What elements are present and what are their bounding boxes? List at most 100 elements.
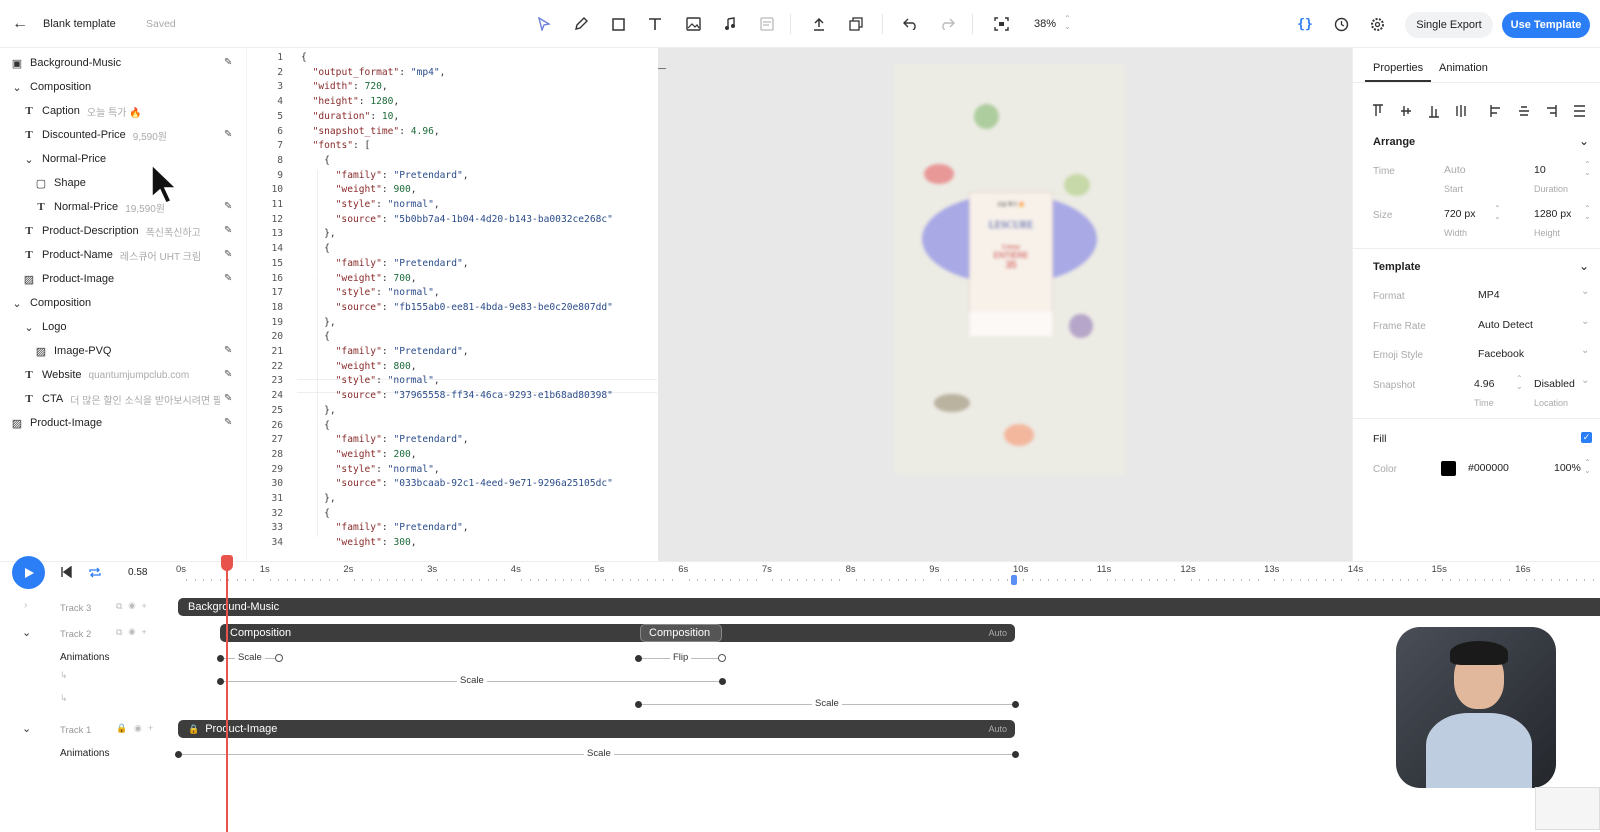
keyframe-start[interactable]	[175, 751, 182, 758]
keyframe-end[interactable]	[275, 654, 283, 662]
template-collapse-icon[interactable]: ⌄	[1579, 259, 1589, 273]
code-line[interactable]: "height": 1280,	[301, 96, 400, 107]
layer-item[interactable]: T Product-Name 레스큐어 UHT 크림	[22, 243, 201, 267]
edit-pencil-icon[interactable]: ✎	[224, 369, 232, 380]
size-width-field[interactable]: 720 px	[1444, 208, 1476, 220]
layer-item[interactable]: T Product-Description 폭신폭신하고 담...	[22, 219, 199, 243]
zoom-level[interactable]: 38%	[1034, 18, 1056, 30]
edit-pencil-icon[interactable]: ✎	[224, 225, 232, 236]
format-select[interactable]: MP4	[1478, 289, 1500, 301]
layer-item[interactable]: ▢ Shape	[34, 171, 86, 195]
code-line[interactable]: },	[301, 228, 336, 239]
undo-icon[interactable]	[900, 14, 920, 34]
rectangle-icon[interactable]	[608, 14, 628, 34]
emoji-chevron-icon[interactable]: ⌄	[1581, 345, 1589, 356]
frame-rate-chevron-icon[interactable]: ⌄	[1581, 316, 1589, 327]
background-music-clip[interactable]: Background-Music	[178, 598, 1600, 616]
fit-screen-icon[interactable]	[991, 14, 1011, 34]
code-line[interactable]: "fonts": [	[301, 140, 371, 151]
code-line[interactable]: },	[301, 493, 336, 504]
upload-icon[interactable]	[809, 14, 829, 34]
video-preview-frame[interactable]: 오늘 특가 🔥 LESCURE Crème ENTIÈRE 35	[894, 64, 1125, 475]
layer-item[interactable]: ▨ Image-PVQ	[34, 339, 112, 363]
height-stepper-icon[interactable]: ⌃ ⌄	[1584, 205, 1591, 221]
keyframe-end[interactable]	[1012, 751, 1019, 758]
edit-pencil-icon[interactable]: ✎	[224, 345, 232, 356]
duplicate-icon[interactable]	[846, 14, 866, 34]
zoom-stepper-icon[interactable]: ⌃ ⌄	[1064, 15, 1071, 31]
layer-item[interactable]: T CTA 더 많은 할인 소식을 받아보시려면 팔...	[22, 387, 220, 411]
edit-pencil-icon[interactable]: ✎	[224, 273, 232, 284]
layer-item[interactable]: T Discounted-Price 9,590원	[22, 123, 167, 147]
edit-pencil-icon[interactable]: ✎	[224, 129, 232, 140]
chevron-down-icon[interactable]: ⌄	[22, 321, 36, 334]
end-marker[interactable]	[1011, 575, 1017, 585]
code-line[interactable]: {	[301, 155, 330, 166]
edit-pencil-icon[interactable]: ✎	[224, 57, 232, 68]
code-line[interactable]: "family": "Pretendard",	[301, 170, 469, 181]
track-3-expand-icon[interactable]: ›	[24, 600, 27, 611]
frame-rate-select[interactable]: Auto Detect	[1478, 319, 1533, 331]
redo-icon[interactable]	[937, 14, 957, 34]
minimap-thumbnail[interactable]	[1535, 787, 1600, 830]
keyframe-start[interactable]	[635, 701, 642, 708]
code-line[interactable]: {	[301, 420, 330, 431]
code-line[interactable]: "source": "5b0bb7a4-1b04-4d20-b143-ba003…	[301, 214, 613, 225]
color-hex-field[interactable]: #000000	[1468, 462, 1509, 474]
code-line[interactable]: "source": "37965558-ff34-46ca-9293-e1b68…	[301, 390, 613, 401]
code-line[interactable]: "source": "fb155ab0-ee81-4bda-9e83-be0c2…	[301, 302, 613, 313]
color-swatch[interactable]	[1441, 461, 1456, 476]
layer-item[interactable]: ⌄ Logo	[22, 315, 66, 339]
tab-animation[interactable]: Animation	[1439, 62, 1488, 74]
code-line[interactable]: "style": "normal",	[301, 375, 440, 386]
single-export-button[interactable]: Single Export	[1405, 12, 1493, 38]
code-line[interactable]: "family": "Pretendard",	[301, 522, 469, 533]
text-tool-icon[interactable]	[645, 14, 665, 34]
use-template-button[interactable]: Use Template	[1502, 12, 1590, 38]
image-tool-icon[interactable]	[683, 14, 703, 34]
code-line[interactable]: "output_format": "mp4",	[301, 67, 446, 78]
track-1-controls[interactable]: ◉+	[134, 723, 159, 734]
composition-clip-track2[interactable]: Composition Auto	[220, 624, 1015, 642]
template-tool-icon[interactable]	[757, 14, 777, 34]
chevron-down-icon[interactable]: ⌄	[10, 297, 24, 310]
layer-item[interactable]: ⌄ Composition	[10, 291, 91, 315]
code-line[interactable]: },	[301, 405, 336, 416]
layer-item[interactable]: T Normal-Price 19,590원	[34, 195, 165, 219]
audio-tool-icon[interactable]	[720, 14, 740, 34]
color-opacity-field[interactable]: 100%	[1554, 462, 1581, 474]
keyframe-end[interactable]	[718, 654, 726, 662]
code-line[interactable]: "weight": 200,	[301, 449, 417, 460]
layer-item[interactable]: ⌄ Normal-Price	[22, 147, 106, 171]
snapshot-stepper-icon[interactable]: ⌃ ⌄	[1516, 375, 1523, 391]
edit-pencil-icon[interactable]: ✎	[224, 393, 232, 404]
arrange-collapse-icon[interactable]: ⌄	[1579, 134, 1589, 148]
template-title[interactable]: Blank template	[43, 18, 116, 30]
code-line[interactable]: },	[301, 317, 336, 328]
code-line[interactable]: "family": "Pretendard",	[301, 346, 469, 357]
keyframe-start[interactable]	[217, 678, 224, 685]
time-duration-field[interactable]: 10	[1534, 164, 1546, 176]
chevron-down-icon[interactable]: ⌄	[10, 81, 24, 94]
emoji-style-select[interactable]: Facebook	[1478, 348, 1524, 360]
json-code-editor[interactable]: 1 {2 "output_format": "mp4", 3 "width": 72…	[246, 48, 658, 561]
code-line[interactable]: {	[301, 52, 307, 63]
duration-stepper-icon[interactable]: ⌃ ⌄	[1584, 161, 1591, 177]
playhead[interactable]	[221, 555, 233, 571]
code-line[interactable]: "style": "normal",	[301, 464, 440, 475]
pen-icon[interactable]	[571, 14, 591, 34]
width-stepper-icon[interactable]: ⌃ ⌄	[1494, 205, 1501, 221]
keyframe-start[interactable]	[635, 655, 642, 662]
canvas-area[interactable]: 오늘 특가 🔥 LESCURE Crème ENTIÈRE 35	[658, 48, 1352, 561]
layer-item[interactable]: T Caption 오늘 특가 🔥	[22, 99, 141, 123]
code-line[interactable]: "family": "Pretendard",	[301, 258, 469, 269]
layer-item[interactable]: ▣ Background-Music	[10, 51, 121, 75]
code-line[interactable]: "weight": 700,	[301, 273, 417, 284]
track-1-lock-icon[interactable]: 🔒	[116, 723, 127, 734]
track-2-controls[interactable]: ⧉◉+	[116, 627, 153, 638]
code-line[interactable]: "style": "normal",	[301, 199, 440, 210]
code-line[interactable]: "style": "normal",	[301, 287, 440, 298]
snapshot-location-select[interactable]: Disabled	[1534, 378, 1575, 390]
time-ruler[interactable]: 0s 1s 2s 3s 4s 5s 6s 7s 8s 9s 10s 11s 12s 13s 14s 15s 16…	[0, 562, 1600, 588]
code-line[interactable]: "family": "Pretendard",	[301, 434, 469, 445]
